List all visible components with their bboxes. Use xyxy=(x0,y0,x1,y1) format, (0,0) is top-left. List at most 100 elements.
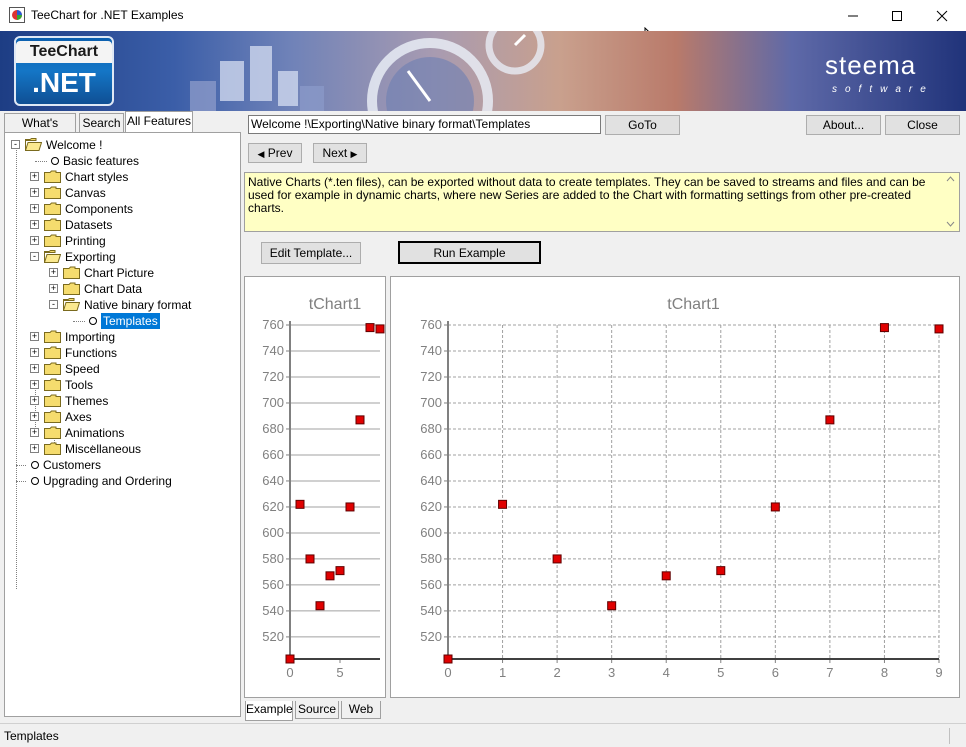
tree-item-label: Exporting xyxy=(65,250,116,264)
expand-icon[interactable]: + xyxy=(30,380,39,389)
folder-icon xyxy=(44,426,61,439)
example-description: Native Charts (*.ten files), can be expo… xyxy=(244,172,960,232)
minimize-button[interactable] xyxy=(830,0,876,31)
close-window-button[interactable] xyxy=(919,0,965,31)
tree-item-components[interactable]: + Components xyxy=(5,201,235,217)
expand-icon[interactable]: + xyxy=(49,284,58,293)
banner: TeeChart .NET steema software xyxy=(0,31,966,111)
expand-icon[interactable]: + xyxy=(49,268,58,277)
maximize-icon xyxy=(892,10,902,21)
y-tick-label: 520 xyxy=(262,629,284,644)
tree-item-basic-features[interactable]: Basic features xyxy=(5,153,235,169)
bullet-icon xyxy=(31,477,39,485)
data-point xyxy=(552,554,562,564)
tree-item-miscellaneous[interactable]: + Miscellaneous xyxy=(5,441,235,457)
data-point xyxy=(345,502,355,512)
bullet-icon xyxy=(31,461,39,469)
tab-label: Example xyxy=(246,702,293,716)
description-scrollbar[interactable] xyxy=(942,173,959,231)
expand-icon[interactable]: + xyxy=(30,172,39,181)
tab-all-features[interactable]: All Features xyxy=(125,111,193,132)
path-input[interactable]: Welcome !\Exporting\Native binary format… xyxy=(248,115,601,134)
folder-icon xyxy=(44,362,61,375)
x-tick-label: 4 xyxy=(663,665,670,680)
tree-item-tools[interactable]: + Tools xyxy=(5,377,235,393)
tab-web[interactable]: Web xyxy=(341,701,381,719)
expand-icon[interactable]: + xyxy=(30,412,39,421)
x-tick-label: 6 xyxy=(772,665,779,680)
expand-icon[interactable]: + xyxy=(30,428,39,437)
tab-whats-new[interactable]: What's New? xyxy=(4,113,76,148)
expand-icon[interactable]: + xyxy=(30,188,39,197)
tree-connector xyxy=(35,161,47,162)
tree-item-label: Functions xyxy=(65,346,118,360)
example-chart-panel[interactable]: tChart1 520 540 560 580 600 620 640 660 680 700 720… xyxy=(390,276,960,698)
edit-template-button[interactable]: Edit Template... xyxy=(261,242,361,264)
folder-icon xyxy=(44,170,61,183)
tree-item-chart-styles[interactable]: + Chart styles xyxy=(5,169,235,185)
tab-label: Search xyxy=(82,116,121,130)
tree-item-axes[interactable]: + Axes xyxy=(5,409,235,425)
collapse-icon[interactable]: - xyxy=(30,252,39,261)
feature-tree[interactable]: - Welcome ! Basic features + Chart styles + Ca… xyxy=(4,132,241,717)
tree-item-native-binary-format[interactable]: - Native binary format xyxy=(5,297,235,313)
tree-item-canvas[interactable]: + Canvas xyxy=(5,185,235,201)
goto-button[interactable]: GoTo xyxy=(605,115,680,135)
tree-item-label: Themes xyxy=(65,394,109,408)
y-tick-label: 580 xyxy=(262,551,284,566)
tree-item-themes[interactable]: + Themes xyxy=(5,393,235,409)
tree-item-label: Chart Data xyxy=(84,282,143,296)
expand-icon[interactable]: + xyxy=(30,332,39,341)
expand-icon[interactable]: + xyxy=(30,444,39,453)
y-tick-label: 580 xyxy=(420,551,442,566)
template-chart-panel[interactable]: tChart1 520 540 560 580 600 620 640 660 680 700 720… xyxy=(244,276,386,698)
collapse-icon[interactable]: - xyxy=(49,300,58,309)
tree-item-chart-picture[interactable]: + Chart Picture xyxy=(5,265,235,281)
tree-item-chart-data[interactable]: + Chart Data xyxy=(5,281,235,297)
y-tick-label: 740 xyxy=(262,343,284,358)
tree-item-importing[interactable]: + Importing xyxy=(5,329,235,345)
expand-icon[interactable]: + xyxy=(30,220,39,229)
close-button[interactable]: Close xyxy=(885,115,960,135)
expand-icon[interactable]: + xyxy=(30,236,39,245)
tree-item-label: Native binary format xyxy=(84,298,192,312)
maximize-button[interactable] xyxy=(874,0,920,31)
data-point xyxy=(879,323,889,333)
about-button[interactable]: About... xyxy=(806,115,881,135)
expand-icon[interactable]: + xyxy=(30,204,39,213)
expand-icon[interactable]: + xyxy=(30,364,39,373)
next-button[interactable]: Next ▶ xyxy=(313,143,367,163)
tree-item-functions[interactable]: + Functions xyxy=(5,345,235,361)
x-tick-label: 7 xyxy=(826,665,833,680)
tree-item-animations[interactable]: + Animations xyxy=(5,425,235,441)
tree-item-customers[interactable]: Customers xyxy=(5,457,235,473)
tree-item-label: Upgrading and Ordering xyxy=(43,474,172,488)
bullet-icon xyxy=(51,157,59,165)
tree-item-printing[interactable]: + Printing xyxy=(5,233,235,249)
tree-item-upgrading-and-ordering[interactable]: Upgrading and Ordering xyxy=(5,473,235,489)
scroll-down-icon[interactable] xyxy=(946,221,955,227)
y-tick-label: 660 xyxy=(262,447,284,462)
tree-item-datasets[interactable]: + Datasets xyxy=(5,217,235,233)
expand-icon[interactable]: + xyxy=(30,348,39,357)
y-tick-label: 700 xyxy=(262,395,284,410)
run-example-button[interactable]: Run Example xyxy=(398,241,541,264)
tree-item-label: Miscellaneous xyxy=(65,442,142,456)
tab-example[interactable]: Example xyxy=(245,701,293,721)
folder-icon xyxy=(44,410,61,423)
tree-connector xyxy=(16,481,26,482)
prev-button[interactable]: ◀ Prev xyxy=(248,143,302,163)
collapse-icon[interactable]: - xyxy=(11,140,20,149)
folder-icon xyxy=(63,282,80,295)
expand-icon[interactable]: + xyxy=(30,396,39,405)
tab-source[interactable]: Source xyxy=(295,701,339,719)
folder-icon xyxy=(44,186,61,199)
description-text: Native Charts (*.ten files), can be expo… xyxy=(248,175,926,215)
tree-item-speed[interactable]: + Speed xyxy=(5,361,235,377)
tree-item-templates[interactable]: Templates xyxy=(5,313,235,329)
scroll-up-icon[interactable] xyxy=(946,176,955,182)
tab-search[interactable]: Search xyxy=(79,113,124,132)
x-tick-label: 0 xyxy=(444,665,451,680)
tree-item-welcome[interactable]: - Welcome ! xyxy=(5,137,235,153)
tree-item-exporting[interactable]: - Exporting xyxy=(5,249,235,265)
